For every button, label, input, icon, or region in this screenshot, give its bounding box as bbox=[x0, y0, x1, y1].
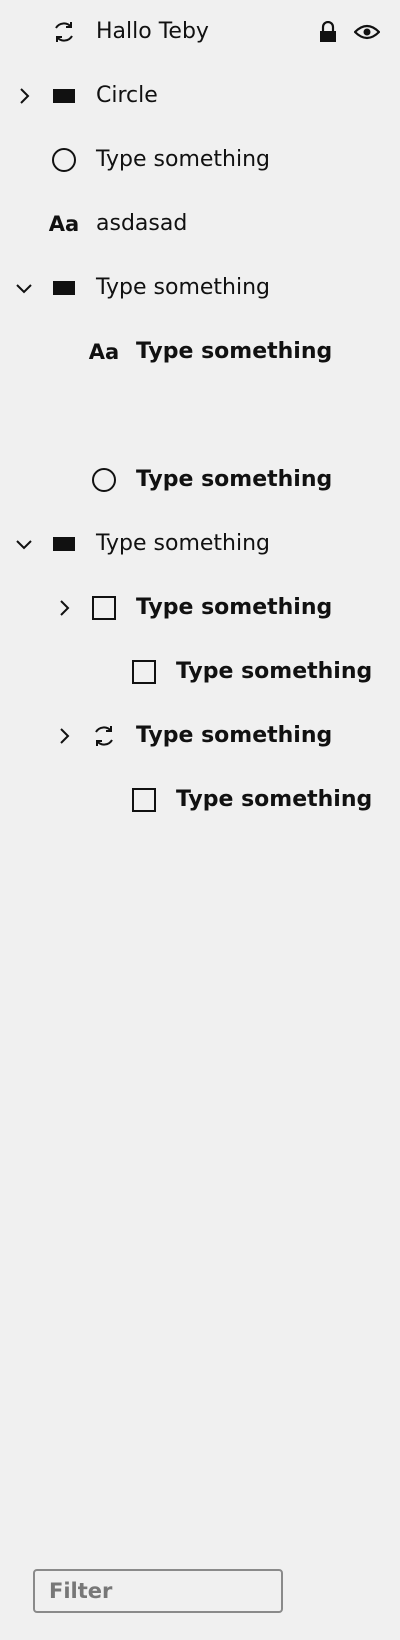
square-icon bbox=[89, 593, 119, 623]
rotate-icon bbox=[49, 17, 79, 47]
chevron-right-icon[interactable] bbox=[54, 726, 74, 746]
filter-input[interactable] bbox=[35, 1571, 281, 1611]
layer-row[interactable]: Hallo Teby bbox=[0, 0, 400, 64]
layer-label: Type something bbox=[136, 339, 333, 364]
chevron-down-icon[interactable] bbox=[14, 534, 34, 554]
lock-icon[interactable] bbox=[314, 18, 342, 46]
layer-row[interactable]: Type something bbox=[0, 704, 400, 768]
layer-row[interactable]: Circle bbox=[0, 64, 400, 128]
layer-row[interactable]: Type something bbox=[0, 640, 400, 704]
layer-row[interactable]: Type something bbox=[0, 448, 400, 512]
circle-icon bbox=[49, 145, 79, 175]
layer-label: Circle bbox=[96, 83, 158, 108]
square-icon bbox=[129, 785, 159, 815]
rotate-icon bbox=[89, 721, 119, 751]
layer-row[interactable]: Type something bbox=[0, 256, 400, 320]
eye-icon[interactable] bbox=[353, 18, 381, 46]
chevron-right-icon[interactable] bbox=[14, 86, 34, 106]
layer-row[interactable]: Type something bbox=[0, 512, 400, 576]
layer-label: asdasad bbox=[96, 211, 188, 236]
filter-box bbox=[33, 1569, 283, 1613]
chevron-right-icon[interactable] bbox=[54, 598, 74, 618]
layer-label: Type something bbox=[136, 467, 333, 492]
layer-label: Type something bbox=[136, 723, 333, 748]
text-icon: Aa bbox=[88, 340, 120, 364]
chevron-down-icon[interactable] bbox=[14, 278, 34, 298]
layer-row[interactable]: Aa asdasad bbox=[0, 192, 400, 256]
layer-label: Type something bbox=[176, 659, 373, 684]
filled-rect-icon bbox=[49, 81, 79, 111]
filled-rect-icon bbox=[49, 273, 79, 303]
layer-label: Type something bbox=[96, 147, 271, 172]
layer-label: Type something bbox=[136, 595, 333, 620]
layer-row[interactable]: Type something bbox=[0, 768, 400, 832]
layer-label: Type something bbox=[96, 275, 271, 300]
layer-row[interactable]: Type something bbox=[0, 576, 400, 640]
circle-icon bbox=[89, 465, 119, 495]
layer-row[interactable]: Aa Type something bbox=[0, 320, 400, 384]
square-icon bbox=[129, 657, 159, 687]
layer-label: Type something bbox=[176, 787, 373, 812]
filled-rect-icon bbox=[49, 529, 79, 559]
layer-label: Type something bbox=[96, 531, 271, 556]
layer-label: Hallo Teby bbox=[96, 19, 209, 44]
layer-row[interactable]: Type something bbox=[0, 128, 400, 192]
text-icon: Aa bbox=[48, 212, 80, 236]
